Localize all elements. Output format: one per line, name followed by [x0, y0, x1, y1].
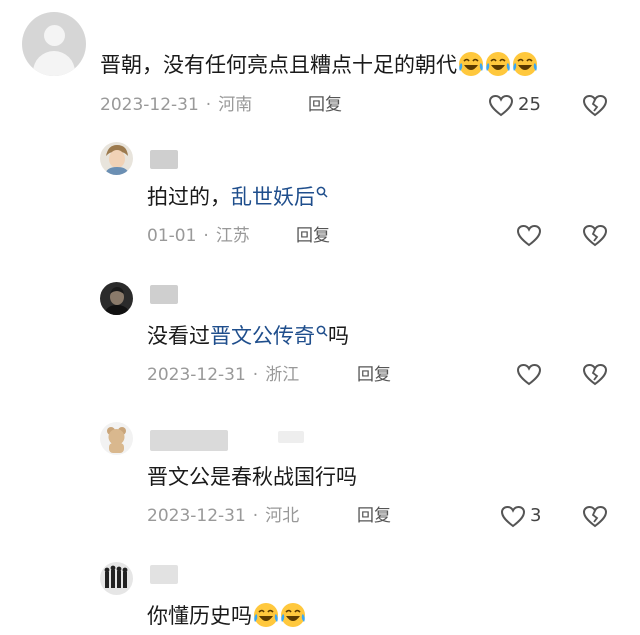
- avatar-placeholder-body: [33, 51, 75, 76]
- comment-meta: 01-01 · 江苏: [147, 225, 250, 247]
- search-link[interactable]: 晋文公传奇: [210, 324, 315, 348]
- comment-text: 晋朝，没有任何亮点且糟点十足的朝代: [100, 51, 538, 79]
- user-avatar[interactable]: [100, 142, 133, 175]
- laughing-crying-emoji: [486, 52, 510, 76]
- heart-outline-icon: [500, 505, 526, 528]
- username-blurred: [150, 150, 178, 169]
- username-blurred: [150, 430, 228, 451]
- comment-text: 晋文公是春秋战国行吗: [147, 463, 357, 491]
- comment-location: 浙江: [265, 365, 300, 385]
- user-avatar[interactable]: [100, 282, 133, 315]
- meta-separator: ·: [252, 506, 259, 526]
- avatar-photo: [100, 142, 133, 175]
- laughing-crying-emoji: [513, 52, 537, 76]
- comment-location: 河南: [218, 95, 253, 115]
- comment-date: 2023-12-31: [100, 95, 199, 115]
- username-blurred: [150, 565, 178, 584]
- user-avatar[interactable]: [100, 422, 133, 455]
- search-link[interactable]: 乱世妖后: [231, 185, 315, 209]
- comment-location: 江苏: [215, 226, 250, 246]
- avatar-placeholder-head: [44, 25, 65, 46]
- comment-text-content: 你懂历史吗: [147, 604, 252, 628]
- dislike-button[interactable]: [582, 504, 608, 528]
- comment-meta: 2023-12-31 · 浙江: [147, 364, 299, 386]
- broken-heart-icon: [582, 94, 608, 117]
- comment-meta: 2023-12-31 · 河北: [147, 505, 299, 527]
- broken-heart-icon: [582, 505, 608, 528]
- like-count: 25: [518, 94, 541, 115]
- search-icon[interactable]: [316, 186, 328, 198]
- like-count: 3: [530, 505, 542, 526]
- dislike-button[interactable]: [582, 93, 608, 117]
- comment-text-suffix: 吗: [328, 324, 349, 348]
- avatar-photo: [100, 422, 133, 455]
- meta-separator: ·: [205, 95, 212, 115]
- comment-text-content: 晋朝，没有任何亮点且糟点十足的朝代: [100, 53, 457, 77]
- broken-heart-icon: [582, 224, 608, 247]
- user-avatar[interactable]: [22, 12, 86, 76]
- meta-separator: ·: [203, 226, 209, 246]
- comment-text: 你懂历史吗: [147, 602, 306, 630]
- like-button[interactable]: [516, 362, 542, 386]
- like-button[interactable]: [500, 504, 526, 528]
- comment-text-prefix: 拍过的，: [147, 185, 231, 209]
- user-avatar[interactable]: [100, 562, 133, 595]
- reply-button[interactable]: 回复: [296, 225, 330, 247]
- comment-location: 河北: [265, 506, 300, 526]
- comment-text-content: 晋文公是春秋战国行吗: [147, 465, 357, 489]
- dislike-button[interactable]: [582, 223, 608, 247]
- reply-button[interactable]: 回复: [357, 505, 391, 527]
- username-blurred: [150, 285, 178, 304]
- search-icon[interactable]: [316, 325, 328, 337]
- heart-outline-icon: [516, 363, 542, 386]
- reply-button[interactable]: 回复: [357, 364, 391, 386]
- like-button[interactable]: [516, 223, 542, 247]
- laughing-crying-emoji: [254, 603, 278, 627]
- reply-button[interactable]: 回复: [308, 94, 342, 116]
- comment-meta: 2023-12-31 · 河南: [100, 94, 252, 116]
- dislike-button[interactable]: [582, 362, 608, 386]
- comment-text: 没看过晋文公传奇吗: [147, 322, 349, 350]
- meta-separator: ·: [252, 365, 259, 385]
- comment-date: 2023-12-31: [147, 506, 246, 526]
- avatar-photo: [100, 562, 133, 595]
- heart-outline-icon: [488, 94, 514, 117]
- avatar-photo: [100, 282, 133, 315]
- comment-date: 01-01: [147, 226, 197, 246]
- comment-text-prefix: 没看过: [147, 324, 210, 348]
- heart-outline-icon: [516, 224, 542, 247]
- laughing-crying-emoji: [281, 603, 305, 627]
- laughing-crying-emoji: [459, 52, 483, 76]
- broken-heart-icon: [582, 363, 608, 386]
- comment-text: 拍过的，乱世妖后: [147, 183, 328, 211]
- username-blurred: [278, 431, 304, 443]
- like-button[interactable]: [488, 93, 514, 117]
- comment-date: 2023-12-31: [147, 365, 246, 385]
